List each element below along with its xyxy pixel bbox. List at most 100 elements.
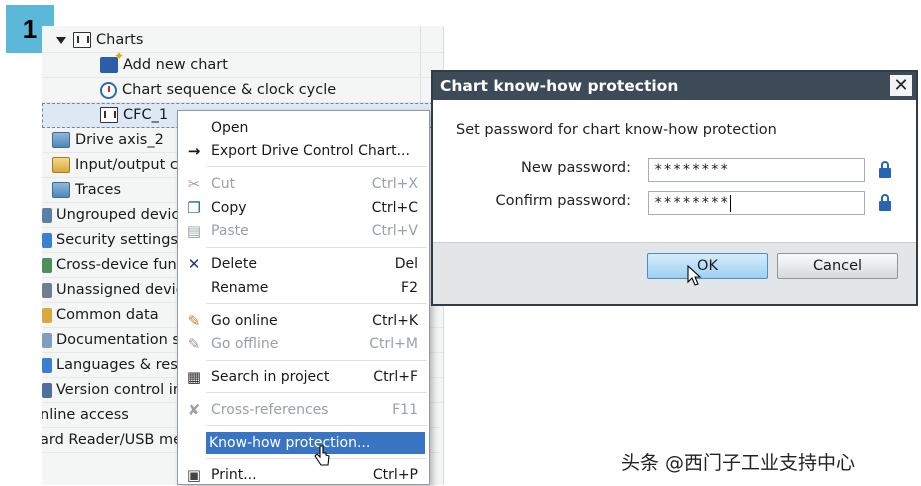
menu-item-label: Go offline xyxy=(211,336,279,352)
cross-reference-icon: ✘ xyxy=(187,401,201,419)
tree-item-label: ard Reader/USB me xyxy=(42,432,183,448)
menu-item-cross-references[interactable]: ✘ Cross-references F11 xyxy=(179,399,428,421)
dialog-title: Chart know-how protection xyxy=(433,72,916,100)
menu-item-shortcut: Ctrl+P xyxy=(372,467,418,483)
tree-item-label: Ungrouped devic xyxy=(56,207,180,223)
devices-icon xyxy=(42,207,52,223)
hand-cursor-icon xyxy=(314,445,330,466)
common-data-icon xyxy=(42,307,52,323)
languages-icon xyxy=(42,357,52,373)
menu-separator xyxy=(206,360,427,361)
menu-item-shortcut: Del xyxy=(394,256,418,272)
input-output-icon xyxy=(52,157,70,173)
menu-item-paste[interactable]: ▤ Paste Ctrl+V xyxy=(179,220,428,242)
paste-icon: ▤ xyxy=(186,222,202,240)
menu-separator xyxy=(206,303,427,304)
dialog-body: Set password for chart know-how protecti… xyxy=(433,100,916,242)
lock-icon xyxy=(879,161,891,179)
menu-item-go-online[interactable]: ✎ Go online Ctrl+K xyxy=(179,310,428,332)
menu-item-open[interactable]: Open xyxy=(179,117,428,139)
cancel-button[interactable]: Cancel xyxy=(777,253,898,279)
documentation-icon xyxy=(42,332,52,348)
tree-item-label: Drive axis_2 xyxy=(75,132,164,148)
menu-item-label: Search in project xyxy=(211,369,330,385)
traces-icon xyxy=(52,182,70,198)
menu-separator xyxy=(206,392,427,393)
export-arrow-icon: → xyxy=(187,142,201,160)
menu-item-rename[interactable]: Rename F2 xyxy=(179,277,428,299)
menu-item-shortcut: Ctrl+C xyxy=(371,200,418,216)
menu-item-label: Print... xyxy=(211,467,257,483)
tree-item-label: Add new chart xyxy=(123,57,228,73)
tree-item-label: Chart sequence & clock cycle xyxy=(122,82,337,98)
new-password-field[interactable]: ******** xyxy=(648,158,865,182)
scissors-icon: ✂ xyxy=(187,175,201,193)
menu-item-print[interactable]: ▣ Print... Ctrl+P xyxy=(179,464,428,486)
chart-folder-icon xyxy=(73,32,91,48)
arrow-cursor-icon xyxy=(687,265,702,286)
tree-item-label: Unassigned devic xyxy=(56,282,184,298)
menu-item-label: Open xyxy=(211,120,249,136)
copy-icon: ❐ xyxy=(187,199,201,217)
tree-item-label: Security settings xyxy=(56,232,178,248)
menu-item-label: Copy xyxy=(211,200,247,216)
x-icon: ✕ xyxy=(187,255,201,273)
menu-separator xyxy=(206,425,427,426)
tree-item-label: Cross-device func xyxy=(56,257,185,273)
go-offline-icon: ✎ xyxy=(187,335,201,353)
tree-item-label: nline access xyxy=(42,407,129,423)
menu-item-label: Cross-references xyxy=(211,402,329,418)
tree-item-label: Languages & res xyxy=(56,357,178,373)
menu-item-label: Paste xyxy=(211,223,249,239)
menu-item-label: Go online xyxy=(211,313,278,329)
clock-icon xyxy=(100,81,117,99)
chart-icon xyxy=(100,107,118,123)
menu-item-label: Rename xyxy=(211,280,269,296)
unassigned-devices-icon xyxy=(42,282,52,298)
text-caret xyxy=(730,194,732,212)
close-icon[interactable]: ✕ xyxy=(890,75,912,96)
menu-item-shortcut: F11 xyxy=(392,402,418,418)
tree-item-label: Input/output c xyxy=(75,157,178,173)
lock-icon xyxy=(879,194,891,212)
menu-separator xyxy=(206,247,427,248)
menu-item-shortcut: Ctrl+K xyxy=(372,313,418,329)
menu-item-copy[interactable]: ❐ Copy Ctrl+C xyxy=(179,197,428,219)
version-control-icon xyxy=(42,382,52,398)
menu-item-cut[interactable]: ✂ Cut Ctrl+X xyxy=(179,173,428,195)
menu-item-export[interactable]: → Export Drive Control Chart... xyxy=(179,140,428,162)
confirm-password-value: ******** xyxy=(654,195,730,211)
dialog-description: Set password for chart know-how protecti… xyxy=(456,122,777,138)
menu-item-label: Cut xyxy=(211,176,236,192)
menu-item-search[interactable]: ▦ Search in project Ctrl+F xyxy=(179,366,428,388)
menu-item-delete[interactable]: ✕ Delete Del xyxy=(179,253,428,275)
tree-item-add-new-chart[interactable]: Add new chart xyxy=(42,49,443,78)
tree-item-label: Traces xyxy=(75,182,122,198)
menu-item-label: Export Drive Control Chart... xyxy=(211,143,410,159)
new-password-label: New password: xyxy=(521,160,631,176)
menu-item-go-offline[interactable]: ✎ Go offline Ctrl+M xyxy=(179,333,428,355)
menu-separator xyxy=(206,166,427,167)
security-icon xyxy=(42,232,52,248)
go-online-icon: ✎ xyxy=(187,312,201,330)
expand-arrow-icon[interactable] xyxy=(56,36,66,44)
confirm-password-field[interactable]: ******** xyxy=(648,191,865,215)
menu-item-shortcut: F2 xyxy=(401,280,418,296)
search-icon: ▦ xyxy=(186,368,202,386)
menu-item-shortcut: Ctrl+M xyxy=(369,336,418,352)
tree-item-chart-sequence[interactable]: Chart sequence & clock cycle xyxy=(42,78,443,103)
tree-item-charts[interactable]: Charts xyxy=(42,28,443,53)
context-menu: Open → Export Drive Control Chart... ✂ C… xyxy=(177,110,430,485)
watermark-text: 头条 @西门子工业支持中心 xyxy=(621,452,856,474)
menu-item-shortcut: Ctrl+X xyxy=(371,176,418,192)
menu-item-shortcut: Ctrl+V xyxy=(371,223,418,239)
print-icon: ▣ xyxy=(186,466,202,484)
ok-button[interactable]: OK xyxy=(647,253,768,279)
tree-item-label: Common data xyxy=(56,307,159,323)
know-how-protection-dialog: Chart know-how protection ✕ Set password… xyxy=(431,70,918,306)
menu-item-shortcut: Ctrl+F xyxy=(373,369,418,385)
drive-axis-icon xyxy=(52,132,70,148)
add-chart-icon xyxy=(100,49,124,73)
tree-item-label: CFC_1 xyxy=(123,107,169,123)
tree-item-label: Charts xyxy=(96,32,144,48)
